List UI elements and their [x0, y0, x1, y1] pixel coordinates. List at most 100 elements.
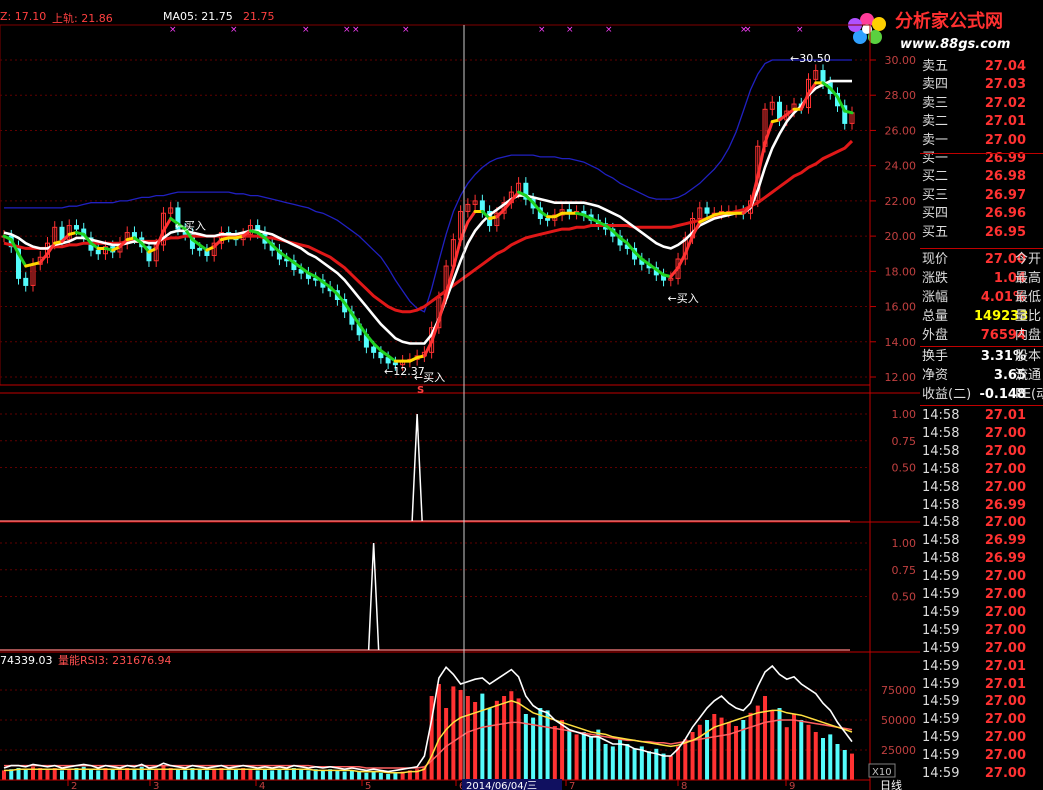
tick-price: 27.01 [984, 408, 1026, 423]
candle-body [197, 247, 203, 251]
volume-bar [806, 724, 811, 780]
price-tick-label: 26.00 [885, 124, 917, 137]
tick-price: 27.00 [984, 443, 1026, 459]
volume-bar [676, 746, 681, 780]
volume-bar [726, 722, 731, 780]
upper-band-line [4, 59, 852, 313]
tick-row: 14:59 27.00 [920, 747, 1043, 764]
buy-signal-label: ←买入 [668, 292, 699, 305]
quote-row: 外盘 76594 内盘 [920, 327, 1043, 345]
volume-bar [299, 769, 304, 780]
ema-fast-segment [676, 252, 687, 270]
volume-bar [763, 696, 768, 780]
price-tick-label: 28.00 [885, 89, 917, 102]
price-tick-label: 18.00 [885, 265, 917, 278]
quote-label2: 最高 [1015, 271, 1042, 286]
volume-bar [183, 770, 188, 780]
price-tick-label: 20.00 [885, 230, 917, 243]
volume-bar [117, 770, 122, 780]
chart-window: { "header": { "upper_band_partial": "Z: … [0, 0, 1043, 790]
signal-x-mark: × [796, 25, 804, 35]
tick-row: 14:58 27.00 [920, 461, 1043, 478]
tick-row: 14:59 27.01 [920, 676, 1043, 693]
price-tick-label: 22.00 [885, 195, 917, 208]
tick-row: 14:59 27.00 [920, 622, 1043, 639]
volume-bar [67, 769, 72, 780]
stats-label: 收益(二) [922, 387, 972, 402]
order-book-price: 26.95 [984, 224, 1026, 240]
tick-row: 14:58 26.99 [920, 550, 1043, 567]
quote-label: 涨幅 [922, 290, 949, 305]
tick-time: 14:59 [922, 712, 960, 728]
volume-bar [777, 708, 782, 780]
volume-bar [509, 691, 514, 780]
period-label: 日线 [880, 778, 902, 790]
volume-bar [45, 769, 50, 780]
tick-time: 14:59 [922, 748, 960, 764]
volume-bar [306, 770, 311, 780]
signal-x-mark: × [744, 25, 752, 35]
volume-bar [494, 700, 499, 780]
ema-fast-segment [161, 217, 173, 233]
volume-bar [821, 738, 826, 780]
ma-red-line [3, 139, 854, 314]
volume-bar [212, 769, 217, 780]
tick-price: 27.00 [984, 461, 1026, 477]
date-label: 4 [259, 781, 265, 790]
tick-price: 27.00 [984, 604, 1026, 620]
tick-time: 14:59 [922, 676, 960, 692]
volume-bar [574, 734, 579, 780]
volume-bar [262, 769, 267, 780]
order-book-label: 卖三 [922, 95, 949, 111]
volume-bar [23, 769, 28, 780]
indicator1-tick-label: 0.50 [892, 462, 917, 475]
tick-time: 14:59 [922, 569, 960, 585]
stats-label2: PE(动 [1015, 387, 1043, 402]
volume-bar [697, 724, 702, 780]
price-tick-label: 12.00 [885, 371, 917, 384]
tick-time: 14:59 [922, 694, 960, 710]
quote-label: 涨跌 [922, 271, 949, 286]
volume-bar [799, 720, 804, 780]
indicator2-tick-label: 0.75 [892, 564, 917, 577]
stats-label2: 股本 [1015, 349, 1042, 364]
indicator1-tick-label: 0.75 [892, 435, 917, 448]
date-label: 3 [153, 781, 159, 790]
ema-fast-segment [843, 109, 854, 115]
ema-fast-segment [799, 91, 811, 111]
order-book-row: 卖一 27.00 [920, 132, 1043, 150]
volume-bar [132, 769, 137, 780]
date-label: 5 [365, 781, 371, 790]
order-book-price: 26.96 [984, 206, 1026, 222]
volume-bar [661, 753, 666, 780]
tick-price: 27.00 [984, 730, 1026, 746]
order-book-row: 买四 26.96 [920, 205, 1043, 223]
order-book-row: 卖二 27.01 [920, 113, 1043, 131]
order-book-label: 卖四 [922, 77, 949, 93]
quote-label: 外盘 [922, 328, 949, 343]
signal-x-mark: × [302, 25, 310, 35]
quote-row: 现价 27.00 今开 [920, 251, 1043, 269]
tick-price: 26.99 [984, 551, 1026, 567]
ema-fast-segment [669, 266, 680, 279]
tick-price: 27.00 [984, 766, 1026, 781]
volume-bar [465, 696, 470, 780]
chart-canvas[interactable]: 30.00 28.00 26.00 24.00 22.00 20.00 18.00 16.00… [0, 0, 920, 790]
volume-bar [545, 710, 550, 780]
high-price-label: ←30.50 [790, 52, 831, 65]
indicator1-tick-label: 1.00 [892, 408, 917, 421]
order-book-row: 买三 26.97 [920, 187, 1043, 205]
price-tick-label: 30.00 [885, 54, 917, 67]
tick-price: 27.00 [984, 515, 1026, 531]
low-price-label: ←12.37 [384, 365, 425, 378]
order-book-label: 买三 [922, 187, 949, 203]
volume-bar [647, 751, 652, 780]
order-book-price: 27.03 [984, 77, 1026, 93]
volume-bar [248, 769, 253, 780]
tick-price: 27.00 [984, 712, 1026, 728]
volume-white-line [3, 664, 853, 773]
signal-x-mark: × [566, 25, 574, 35]
date-label: 9 [789, 781, 795, 790]
quote-label2: 最低 [1015, 290, 1042, 305]
volume-bar [393, 772, 398, 780]
